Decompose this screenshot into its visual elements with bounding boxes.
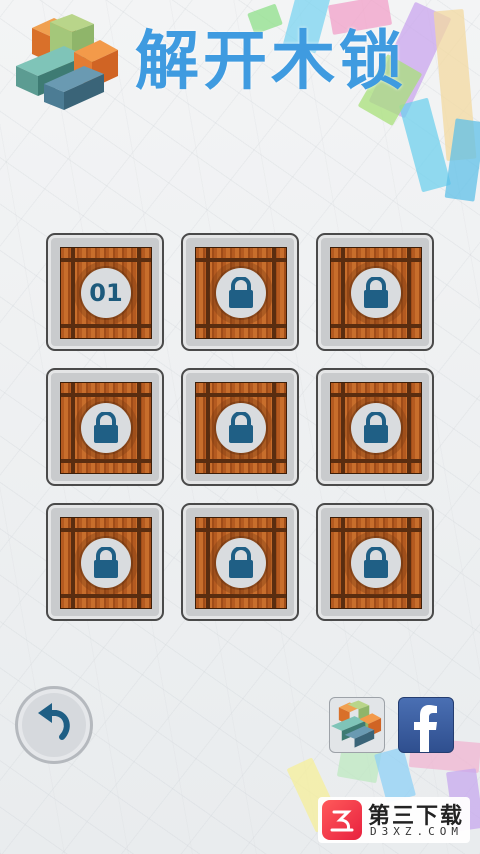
level-number: 01 (89, 279, 123, 307)
wood-panel (60, 382, 152, 474)
watermark-logo-icon (322, 800, 362, 840)
facebook-icon (414, 705, 437, 752)
wooden-burr-puzzle-icon (16, 14, 118, 110)
watermark-domain: D3XZ.COM (370, 825, 463, 838)
wooden-burr-puzzle-icon (330, 700, 382, 748)
undo-arrow-icon (38, 703, 70, 740)
level-tile-8[interactable] (181, 503, 299, 621)
level-grid: 01 (46, 233, 436, 623)
wood-panel (330, 247, 422, 339)
game-title: 解开木锁 (135, 25, 407, 99)
lock-icon (94, 547, 118, 578)
level-tile-4[interactable] (46, 368, 164, 486)
level-tile-5[interactable] (181, 368, 299, 486)
wood-panel (330, 382, 422, 474)
app-logo (14, 14, 124, 114)
wood-panel (195, 247, 287, 339)
lock-icon (364, 412, 388, 443)
wood-panel (195, 517, 287, 609)
lock-icon (364, 277, 388, 308)
level-tile-3[interactable] (316, 233, 434, 351)
level-tile-6[interactable] (316, 368, 434, 486)
wood-panel (195, 382, 287, 474)
wood-panel (330, 517, 422, 609)
wood-panel: 01 (60, 247, 152, 339)
more-games-button[interactable] (329, 697, 385, 753)
back-button[interactable] (15, 686, 93, 764)
wood-panel (60, 517, 152, 609)
lock-icon (229, 412, 253, 443)
level-number-badge: 01 (81, 268, 131, 318)
level-tile-7[interactable] (46, 503, 164, 621)
level-tile-1[interactable]: 01 (46, 233, 164, 351)
level-tile-2[interactable] (181, 233, 299, 351)
lock-icon (94, 412, 118, 443)
watermark: 第三下载 D3XZ.COM (318, 797, 470, 843)
lock-icon (229, 547, 253, 578)
lock-icon (364, 547, 388, 578)
lock-icon (229, 277, 253, 308)
facebook-share-button[interactable] (398, 697, 454, 753)
level-tile-9[interactable] (316, 503, 434, 621)
